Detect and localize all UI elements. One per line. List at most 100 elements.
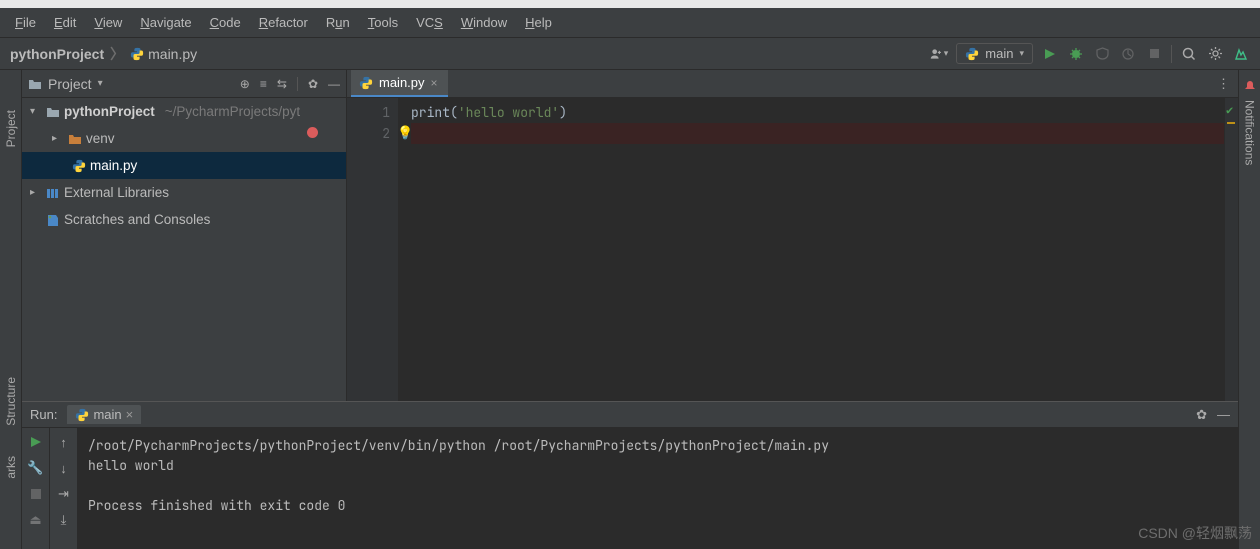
run-tab[interactable]: main × bbox=[67, 405, 141, 424]
menu-window[interactable]: Window bbox=[452, 11, 516, 34]
menu-file[interactable]: File bbox=[6, 11, 45, 34]
watermark: CSDN @轻烟飘荡 bbox=[1138, 523, 1252, 543]
tree-root[interactable]: ▾ pythonProject ~/PycharmProjects/pyt bbox=[22, 98, 346, 125]
left-sidebar-tabs: Project Structure arks bbox=[0, 70, 22, 549]
chevron-down-icon[interactable]: ▾ bbox=[98, 78, 103, 89]
select-open-file-icon[interactable]: ⊕ bbox=[240, 77, 250, 91]
sidebar-tab-bookmarks[interactable]: arks bbox=[4, 456, 18, 479]
library-icon bbox=[46, 186, 60, 200]
menu-run[interactable]: Run bbox=[317, 11, 359, 34]
coverage-icon[interactable] bbox=[1093, 45, 1111, 63]
project-tool-window: Project ▾ ⊕ ≡ ⇆ ✿ — ▾ bbox=[22, 70, 347, 401]
run-config-selector[interactable]: main ▾ bbox=[956, 43, 1033, 64]
console-exit-line: Process finished with exit code 0 bbox=[88, 497, 345, 514]
editor-tabbar: main.py × ⋮ bbox=[347, 70, 1238, 98]
scroll-to-end-icon[interactable]: ⤓ bbox=[56, 512, 72, 528]
gear-icon[interactable]: ✿ bbox=[308, 77, 318, 91]
python-icon bbox=[72, 159, 86, 173]
tree-external-libs[interactable]: ▸ External Libraries bbox=[22, 179, 346, 206]
tree-main-py-label: main.py bbox=[90, 158, 137, 173]
menu-help[interactable]: Help bbox=[516, 11, 561, 34]
tree-scratches[interactable]: ▸ Scratches and Consoles bbox=[22, 206, 346, 233]
breadcrumb: pythonProject 〉 main.py bbox=[10, 44, 197, 64]
project-panel-title: Project bbox=[48, 76, 92, 92]
line-number[interactable]: 2 bbox=[347, 123, 390, 144]
breakpoint-icon[interactable] bbox=[307, 127, 318, 138]
intention-bulb-icon[interactable]: 💡 bbox=[397, 122, 413, 143]
sidebar-tab-structure[interactable]: Structure bbox=[4, 377, 18, 426]
tree-external-libs-label: External Libraries bbox=[64, 185, 169, 200]
search-icon[interactable] bbox=[1180, 45, 1198, 63]
run-toolbar-primary: 🔧 ⏏ bbox=[22, 428, 50, 549]
folder-icon bbox=[68, 132, 82, 146]
menu-navigate[interactable]: Navigate bbox=[131, 11, 200, 34]
editor-menu-icon[interactable]: ⋮ bbox=[1217, 76, 1230, 92]
settings-icon[interactable] bbox=[1206, 45, 1224, 63]
breadcrumb-file-label: main.py bbox=[148, 46, 197, 62]
python-icon bbox=[359, 76, 373, 90]
wrench-icon[interactable]: 🔧 bbox=[28, 460, 44, 476]
python-icon bbox=[75, 408, 89, 422]
run-tab-label: main bbox=[93, 407, 121, 422]
collapse-all-icon[interactable]: ⇆ bbox=[277, 77, 287, 91]
menu-vcs[interactable]: VCS bbox=[407, 11, 452, 34]
python-icon bbox=[130, 47, 144, 61]
console-output[interactable]: /root/PycharmProjects/pythonProject/venv… bbox=[78, 428, 1238, 549]
menu-view[interactable]: View bbox=[85, 11, 131, 34]
editor-tab-main-py[interactable]: main.py × bbox=[351, 70, 448, 97]
stop-icon[interactable] bbox=[28, 486, 44, 502]
editor-body[interactable]: 1 2 print('hello world') 💡 ✔ bbox=[347, 98, 1238, 401]
tree-main-py[interactable]: main.py bbox=[22, 152, 346, 179]
line-number[interactable]: 1 bbox=[347, 102, 390, 123]
inspection-ok-icon[interactable]: ✔ bbox=[1226, 102, 1233, 118]
tree-scratches-label: Scratches and Consoles bbox=[64, 212, 210, 227]
menu-code[interactable]: Code bbox=[201, 11, 250, 34]
breadcrumb-root[interactable]: pythonProject bbox=[10, 46, 104, 62]
menu-refactor[interactable]: Refactor bbox=[250, 11, 317, 34]
breadcrumb-sep-icon: 〉 bbox=[110, 44, 124, 64]
menu-tools[interactable]: Tools bbox=[359, 11, 407, 34]
run-hide-icon[interactable]: — bbox=[1217, 407, 1230, 422]
right-sidebar-tabs: Notifications bbox=[1238, 70, 1260, 549]
tree-venv[interactable]: ▸ venv bbox=[22, 125, 346, 152]
editor-code[interactable]: print('hello world') 💡 bbox=[399, 98, 1224, 401]
exit-icon[interactable]: ⏏ bbox=[28, 512, 44, 528]
stop-button[interactable] bbox=[1145, 45, 1163, 63]
sidebar-tab-notifications[interactable]: Notifications bbox=[1243, 100, 1257, 165]
ide-feature-icon[interactable] bbox=[1232, 45, 1250, 63]
sidebar-tab-project[interactable]: Project bbox=[4, 110, 18, 147]
tree-root-label: pythonProject bbox=[64, 104, 155, 119]
warning-mark-icon[interactable] bbox=[1227, 122, 1235, 124]
tree-root-path: ~/PycharmProjects/pyt bbox=[165, 104, 300, 119]
expand-all-icon[interactable]: ≡ bbox=[260, 77, 267, 91]
navbar: pythonProject 〉 main.py ▾ main ▾ bbox=[0, 38, 1260, 70]
run-title: Run: bbox=[30, 407, 57, 422]
run-button[interactable] bbox=[1041, 45, 1059, 63]
debug-button[interactable] bbox=[1067, 45, 1085, 63]
editor-gutter[interactable]: 1 2 bbox=[347, 98, 399, 401]
console-stdout: hello world bbox=[88, 457, 174, 474]
editor-tab-label: main.py bbox=[379, 75, 425, 90]
menubar: File Edit View Navigate Code Refactor Ru… bbox=[0, 8, 1260, 38]
run-config-label: main bbox=[985, 46, 1013, 61]
soft-wrap-icon[interactable]: ⇥ bbox=[56, 486, 72, 502]
editor-right-gutter: ✔ bbox=[1224, 98, 1238, 401]
editor: main.py × ⋮ 1 2 print('hello world') bbox=[347, 70, 1238, 401]
add-user-icon[interactable]: ▾ bbox=[930, 45, 948, 63]
run-settings-icon[interactable]: ✿ bbox=[1196, 407, 1207, 423]
profile-icon[interactable] bbox=[1119, 45, 1137, 63]
scratch-icon bbox=[46, 213, 60, 227]
run-toolbar: ▾ main ▾ bbox=[930, 43, 1250, 64]
down-stack-icon[interactable]: ↓ bbox=[56, 460, 72, 476]
breadcrumb-file[interactable]: main.py bbox=[130, 46, 197, 62]
rerun-icon[interactable] bbox=[28, 434, 44, 450]
notifications-icon[interactable] bbox=[1244, 80, 1256, 92]
run-panel-header: Run: main × ✿ — bbox=[22, 402, 1238, 428]
minimize-icon[interactable]: — bbox=[328, 77, 340, 91]
close-tab-icon[interactable]: × bbox=[431, 76, 438, 90]
project-panel-header: Project ▾ ⊕ ≡ ⇆ ✿ — bbox=[22, 70, 346, 98]
console-command-line: /root/PycharmProjects/pythonProject/venv… bbox=[88, 437, 829, 454]
up-stack-icon[interactable]: ↑ bbox=[56, 434, 72, 450]
menu-edit[interactable]: Edit bbox=[45, 11, 85, 34]
close-run-tab-icon[interactable]: × bbox=[126, 407, 134, 422]
